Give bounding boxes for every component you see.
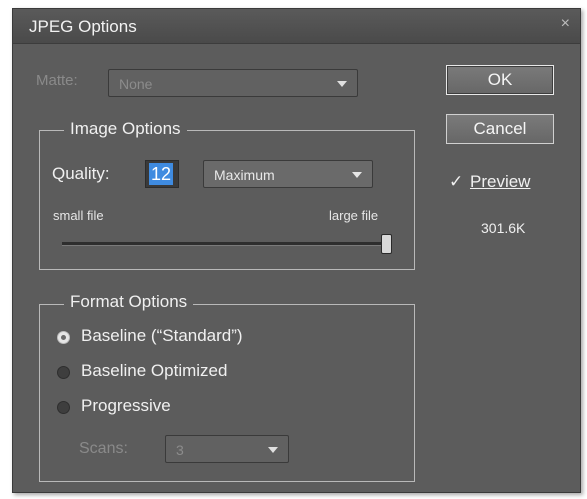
quality-label: Quality: [52,164,110,183]
quality-input-value: 12 [149,163,174,185]
radio-progressive[interactable] [57,401,70,414]
matte-select-value: None [119,76,153,92]
scans-select[interactable]: 3 [165,435,289,463]
chevron-down-icon [352,172,362,178]
quality-slider-thumb[interactable] [381,234,392,254]
large-file-label: large file [329,208,379,223]
radio-baseline-optimized-label[interactable]: Baseline Optimized [81,361,227,381]
preview-checkbox[interactable]: ✓ Preview [449,172,530,192]
checkmark-icon: ✓ [449,172,464,191]
close-icon[interactable]: × [561,15,570,33]
radio-progressive-label[interactable]: Progressive [81,396,171,416]
title-bar[interactable]: JPEG Options × [13,9,580,44]
preview-label[interactable]: Preview [470,172,530,191]
radio-baseline-standard[interactable] [57,331,70,344]
scans-select-value: 3 [176,442,184,458]
matte-select[interactable]: None [108,69,358,97]
chevron-down-icon [337,81,347,87]
file-size: 301.6K [481,220,526,236]
quality-input[interactable]: 12 [145,160,179,188]
radio-baseline-optimized[interactable] [57,366,70,379]
matte-label: Matte: [36,72,78,89]
quality-preset-select[interactable]: Maximum [203,160,373,188]
format-options-title: Format Options [64,292,194,312]
small-file-label: small file [53,208,104,223]
image-options-title: Image Options [64,119,187,139]
cancel-button[interactable]: Cancel [446,114,554,144]
scans-label: Scans: [79,440,128,457]
ok-button[interactable]: OK [446,65,554,95]
quality-slider-track[interactable] [62,242,392,246]
jpeg-options-dialog: JPEG Options × Matte: None Image Options… [12,8,581,493]
quality-preset-value: Maximum [214,167,275,183]
chevron-down-icon [268,447,278,453]
dialog-title: JPEG Options [29,17,137,36]
image-options-group [39,130,415,270]
radio-baseline-standard-label[interactable]: Baseline (“Standard”) [81,326,243,346]
